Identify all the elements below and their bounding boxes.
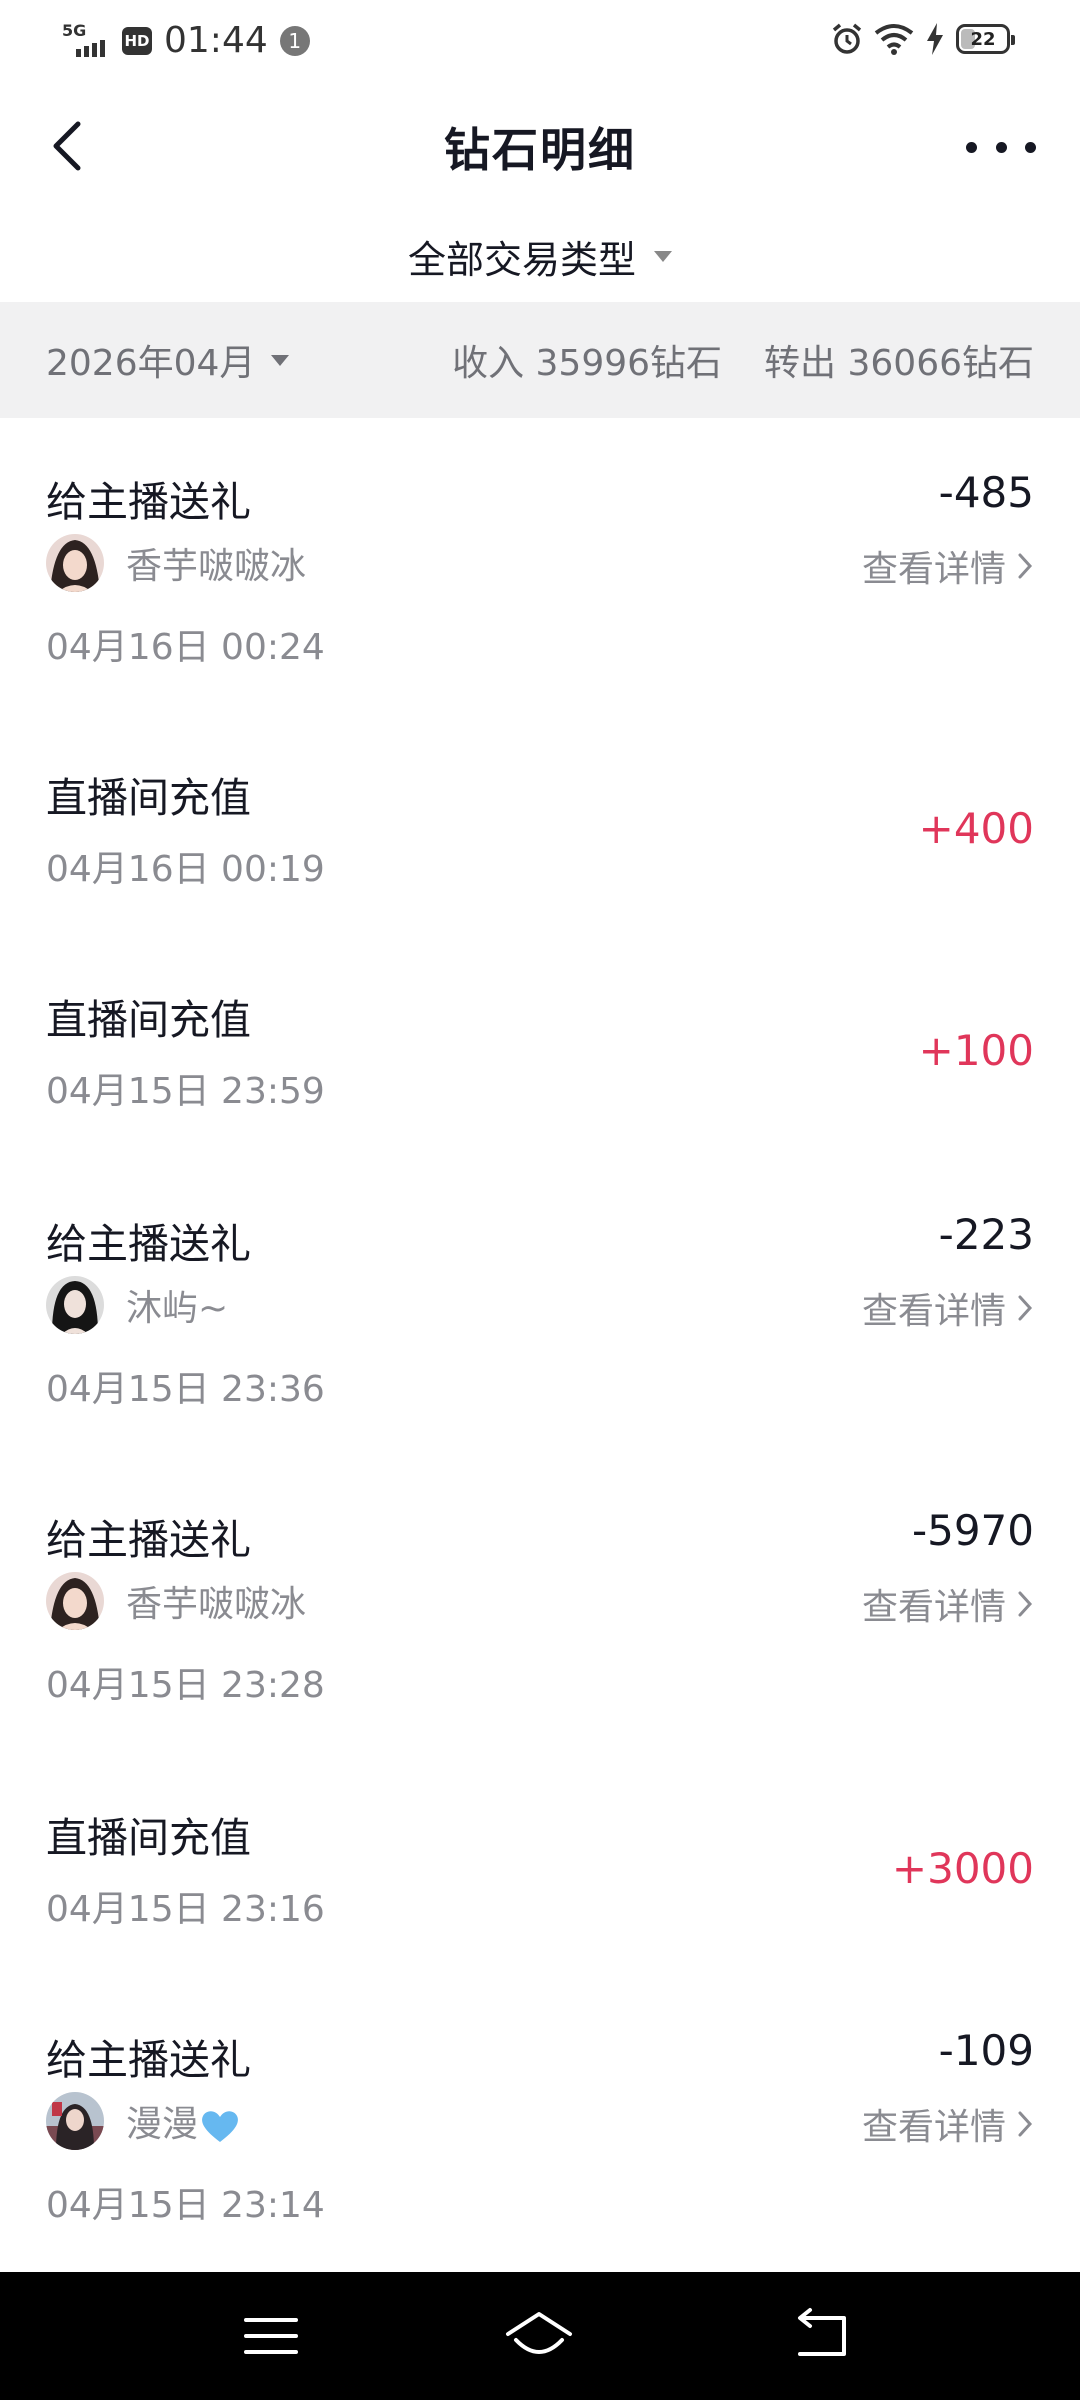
battery-level: 22 [970, 28, 996, 50]
caret-down-icon [654, 250, 672, 262]
transaction-time: 04月15日 23:16 [46, 1889, 325, 1930]
system-navigation-bar [0, 2272, 1080, 2400]
transaction-amount: +3000 [891, 1844, 1034, 1893]
transaction-amount: -485 [938, 468, 1034, 517]
view-details-label: 查看详情 [861, 2107, 1006, 2148]
avatar [46, 1276, 104, 1334]
transaction-title: 直播间充值 [46, 774, 251, 822]
month-label: 2026年04月 [46, 343, 256, 384]
more-dot-icon [966, 141, 977, 153]
transaction-amount: +400 [918, 804, 1034, 853]
monthly-summary: 2026年04月 收入 35996钻石 转出 36066钻石 [0, 302, 1080, 418]
more-dot-icon [1025, 141, 1036, 153]
top-bar: 钻石明细 [0, 100, 1080, 196]
status-bar: 5G HD 01:44 1 22 [0, 0, 1080, 80]
caret-down-icon [271, 354, 290, 366]
battery-icon: 22 [956, 24, 1015, 54]
chevron-right-icon [1018, 1591, 1033, 1617]
view-details-link[interactable]: 查看详情 [862, 1578, 1034, 1630]
chevron-right-icon [1018, 1295, 1033, 1321]
transaction-amount: -109 [938, 2026, 1034, 2075]
avatar [46, 1572, 104, 1630]
network-type: 5G [62, 20, 87, 40]
back-nav-button[interactable] [788, 2306, 858, 2366]
recipient-name: 漫漫 [126, 2095, 240, 2147]
income-total: 收入 35996钻石 [452, 343, 723, 384]
blue-heart-icon [202, 2111, 238, 2142]
home-button[interactable] [504, 2306, 574, 2366]
outgoing-total: 转出 36066钻石 [764, 343, 1034, 384]
cellular-signal-icon: 5G [62, 20, 110, 59]
more-options-button[interactable] [966, 122, 1036, 172]
transaction-item: 直播间充值 +100 04月15日 23:59 [0, 936, 1080, 1160]
transaction-time: 04月16日 00:24 [46, 627, 325, 668]
hd-icon: HD [122, 26, 152, 55]
transaction-amount: +100 [918, 1026, 1034, 1075]
view-details-label: 查看详情 [861, 1291, 1006, 1332]
chevron-right-icon [1018, 2111, 1033, 2137]
transaction-time: 04月15日 23:59 [46, 1071, 325, 1112]
view-details-label: 查看详情 [861, 1587, 1006, 1628]
transaction-title: 给主播送礼 [46, 1516, 251, 1564]
transaction-time: 04月16日 00:19 [46, 849, 325, 890]
page-title: 钻石明细 [444, 123, 636, 177]
transaction-list: 给主播送礼 -485 香芋啵啵冰 查看详情 04月16日 00:24 直播间充值… [0, 418, 1080, 2272]
transaction-title: 直播间充值 [46, 1814, 251, 1862]
transaction-amount: -223 [938, 1210, 1034, 1259]
view-details-link[interactable]: 查看详情 [862, 540, 1034, 592]
recipient-name: 沐屿~ [126, 1288, 229, 1329]
avatar [46, 2092, 104, 2150]
more-dot-icon [995, 141, 1007, 153]
transaction-item: 直播间充值 +400 04月16日 00:19 [0, 714, 1080, 936]
chevron-right-icon [1018, 553, 1033, 579]
transaction-item: 给主播送礼 -5970 香芋啵啵冰 查看详情 04月15日 23:28 [0, 1456, 1080, 1754]
view-details-label: 查看详情 [861, 549, 1006, 590]
transaction-type-filter[interactable]: 全部交易类型 [0, 224, 1080, 288]
recipient-name: 香芋啵啵冰 [126, 546, 307, 587]
transaction-title: 给主播送礼 [46, 2036, 251, 2084]
month-selector[interactable]: 2026年04月 [46, 334, 290, 386]
recipient[interactable]: 香芋啵啵冰 [46, 1572, 306, 1630]
charging-icon [927, 23, 943, 55]
transaction-item: 给主播送礼 -109 漫漫 查看详情 04月15日 23:14 [0, 1976, 1080, 2272]
avatar [46, 534, 104, 592]
transaction-title: 给主播送礼 [46, 478, 251, 526]
status-time: 01:44 [164, 20, 268, 61]
transaction-title: 给主播送礼 [46, 1220, 251, 1268]
wifi-icon [874, 24, 914, 55]
recipient-name: 香芋啵啵冰 [126, 1584, 307, 1625]
alarm-icon [832, 23, 862, 54]
menu-button[interactable] [236, 2306, 306, 2366]
view-details-link[interactable]: 查看详情 [862, 1282, 1034, 1334]
transaction-title: 直播间充值 [46, 996, 251, 1044]
transaction-item: 直播间充值 +3000 04月15日 23:16 [0, 1754, 1080, 1976]
view-details-link[interactable]: 查看详情 [862, 2098, 1034, 2150]
transaction-item: 给主播送礼 -223 沐屿~ 查看详情 04月15日 23:36 [0, 1160, 1080, 1456]
filter-label: 全部交易类型 [407, 237, 636, 282]
transaction-time: 04月15日 23:14 [46, 2185, 325, 2226]
recipient[interactable]: 漫漫 [46, 2092, 240, 2150]
notification-count-badge: 1 [279, 25, 310, 56]
transaction-amount: -5970 [911, 1506, 1034, 1555]
recipient[interactable]: 香芋啵啵冰 [46, 534, 306, 592]
transaction-item: 给主播送礼 -485 香芋啵啵冰 查看详情 04月16日 00:24 [0, 418, 1080, 714]
transaction-time: 04月15日 23:36 [46, 1369, 325, 1410]
transaction-time: 04月15日 23:28 [46, 1665, 325, 1706]
recipient[interactable]: 沐屿~ [46, 1276, 228, 1334]
